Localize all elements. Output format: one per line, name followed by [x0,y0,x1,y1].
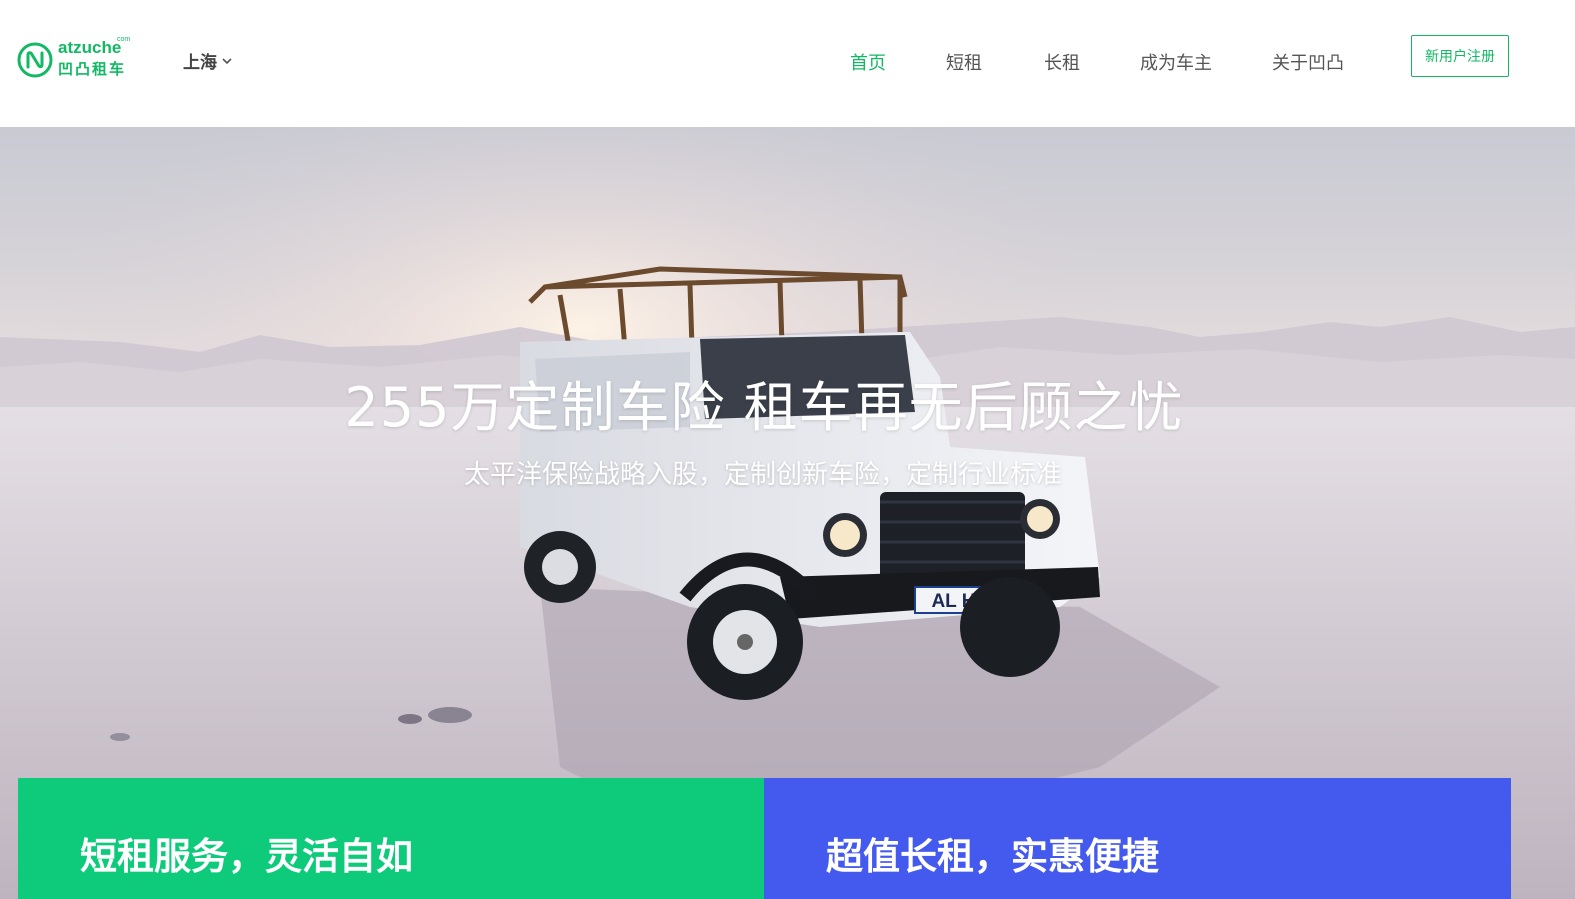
site-header: atzuche com 凹凸租车 上海 首页 短租 长租 成为车主 关于凹凸 新… [0,0,1575,127]
nav-item-home[interactable]: 首页 [850,49,886,75]
long-rent-card[interactable]: 超值长租，实惠便捷 [764,778,1511,899]
nav-item-short-rent[interactable]: 短租 [946,49,982,75]
main-nav: 首页 短租 长租 成为车主 关于凹凸 [0,49,1575,79]
short-rent-card-title: 短租服务，灵活自如 [80,835,413,878]
hero-title: 255万定制车险 租车再无后顾之忧 [344,376,1184,439]
nav-item-about[interactable]: 关于凹凸 [1272,49,1344,75]
short-rent-card[interactable]: 短租服务，灵活自如 [18,778,764,899]
long-rent-card-title: 超值长租，实惠便捷 [826,835,1159,878]
hero-subtitle: 太平洋保险战略入股，定制创新车险，定制行业标准 [463,460,1062,490]
register-button[interactable]: 新用户注册 [1411,35,1509,77]
nav-item-long-rent[interactable]: 长租 [1044,49,1080,75]
logo-text-com: com [117,36,131,43]
nav-item-become-owner[interactable]: 成为车主 [1140,49,1212,75]
